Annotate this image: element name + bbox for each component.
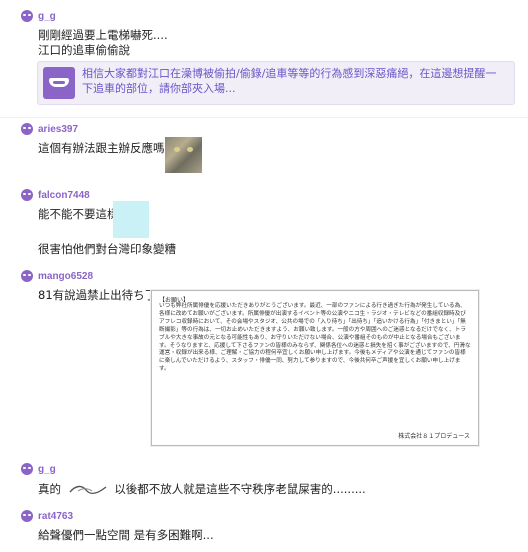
avatar-icon[interactable] <box>21 123 33 135</box>
cat-sticker-image[interactable] <box>165 137 202 173</box>
comment-header: mango6528 <box>21 270 93 282</box>
notice-body: いつも弊社所属俳優を応援いただきありがとうございます。最近、一部のファンによる行… <box>159 303 471 373</box>
author-name[interactable]: aries397 <box>38 124 78 135</box>
avatar-icon[interactable] <box>21 270 33 282</box>
comment-header: rat4763 <box>21 510 73 522</box>
comment-text-suffix: 以後都不放人就是這些不守秩序老鼠屎害的......... <box>114 482 366 496</box>
comment-text: 給聲優們一點空間 是有多困難啊... <box>38 528 214 542</box>
sticker-image[interactable] <box>113 201 149 238</box>
comment-text: 這個有辦法跟主辦反應嗎... <box>38 141 176 155</box>
comment-feed: g_g 剛剛經過要上電梯嚇死.... 江口的追車偷偷說 相信大家都對江口在澡博被… <box>0 0 528 552</box>
author-name[interactable]: g_g <box>38 464 56 475</box>
avatar-icon[interactable] <box>21 463 33 475</box>
comment-text: 能不能不要這樣 <box>38 207 119 221</box>
author-name[interactable]: rat4763 <box>38 511 73 522</box>
comment-text-prefix: 真的 <box>38 482 61 496</box>
comment-text: 很害怕他們對台灣印象變糟 <box>38 242 176 256</box>
author-name[interactable]: g_g <box>38 11 56 22</box>
link-preview-text[interactable]: 相信大家都對江口在澡博被偷拍/偷錄/追車等等的行為感到深惡痛絕，在這邊想提醒一下… <box>82 66 507 96</box>
comment-header: aries397 <box>21 123 78 135</box>
notice-signature: 株式会社８１プロデュース <box>398 433 470 440</box>
avatar-icon[interactable] <box>21 189 33 201</box>
mask-icon <box>43 67 75 99</box>
link-preview-card[interactable]: 相信大家都對江口在澡博被偷拍/偷錄/追車等等的行為感到深惡痛絕，在這邊想提醒一下… <box>37 61 515 105</box>
author-name[interactable]: falcon7448 <box>38 190 90 201</box>
comment-header: falcon7448 <box>21 189 90 201</box>
comment-text: 81有說過禁止出待ち了 <box>38 288 157 302</box>
author-name[interactable]: mango6528 <box>38 271 93 282</box>
comment-header: g_g <box>21 10 56 22</box>
comment-header: g_g <box>21 463 56 475</box>
notice-image[interactable]: 【お願い】 いつも弊社所属俳優を応援いただきありがとうございます。最近、一部のフ… <box>151 290 479 446</box>
divider <box>0 117 528 118</box>
doodle-sticker-icon <box>68 483 108 496</box>
comment-text: 江口的追車偷偷說 <box>38 43 130 57</box>
avatar-icon[interactable] <box>21 10 33 22</box>
comment-text: 剛剛經過要上電梯嚇死.... <box>38 28 168 42</box>
avatar-icon[interactable] <box>21 510 33 522</box>
comment-text-line: 真的 以後都不放人就是這些不守秩序老鼠屎害的......... <box>38 481 366 497</box>
